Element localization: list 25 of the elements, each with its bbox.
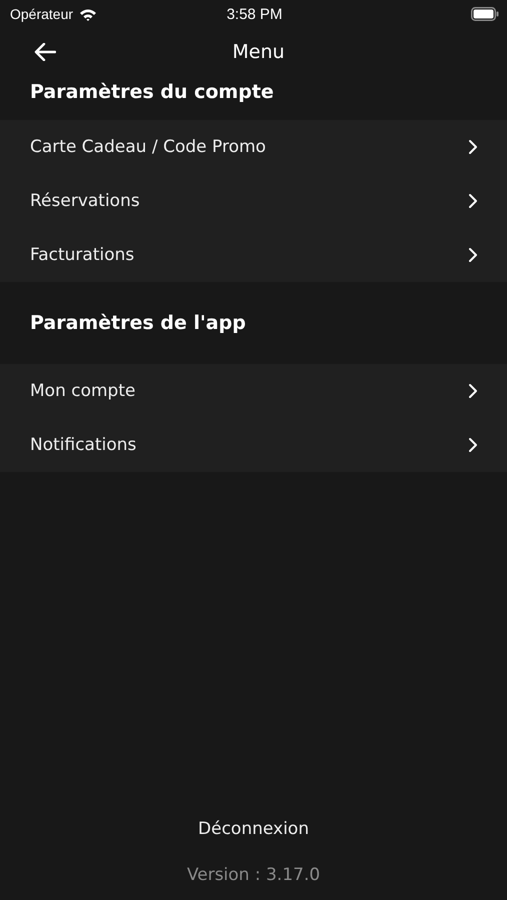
menu-item-label: Facturations — [30, 245, 134, 265]
menu-item[interactable]: Facturations — [0, 228, 507, 282]
version-text: Version : 3.17.0 — [186, 865, 322, 885]
logout-button[interactable]: Déconnexion — [182, 811, 325, 847]
screen-title: Menu — [232, 41, 285, 63]
carrier-name: Opérateur — [10, 6, 74, 22]
chevron-right-icon — [468, 193, 478, 209]
clock-time: 3:58 PM — [226, 6, 282, 22]
menu-item[interactable]: Mon compte — [0, 364, 507, 418]
back-arrow-icon — [34, 43, 56, 61]
chevron-right-icon — [468, 247, 478, 263]
chevron-right-icon — [468, 139, 478, 155]
menu-item[interactable]: Réservations — [0, 174, 507, 228]
battery-icon — [471, 7, 499, 21]
chevron-right-icon — [468, 383, 478, 399]
menu-item-label: Mon compte — [30, 381, 136, 401]
section-heading: Paramètres de l'app — [29, 311, 247, 336]
section-heading: Paramètres du compte — [29, 80, 275, 105]
chevron-right-icon — [468, 437, 478, 453]
menu-item[interactable]: Notifications — [0, 418, 507, 472]
wifi-icon — [79, 8, 98, 20]
menu-item-label: Notifications — [30, 435, 136, 455]
menu-item-label: Carte Cadeau / Code Promo — [30, 137, 266, 157]
menu-item[interactable]: Carte Cadeau / Code Promo — [0, 120, 507, 174]
menu-item-label: Réservations — [30, 191, 140, 211]
